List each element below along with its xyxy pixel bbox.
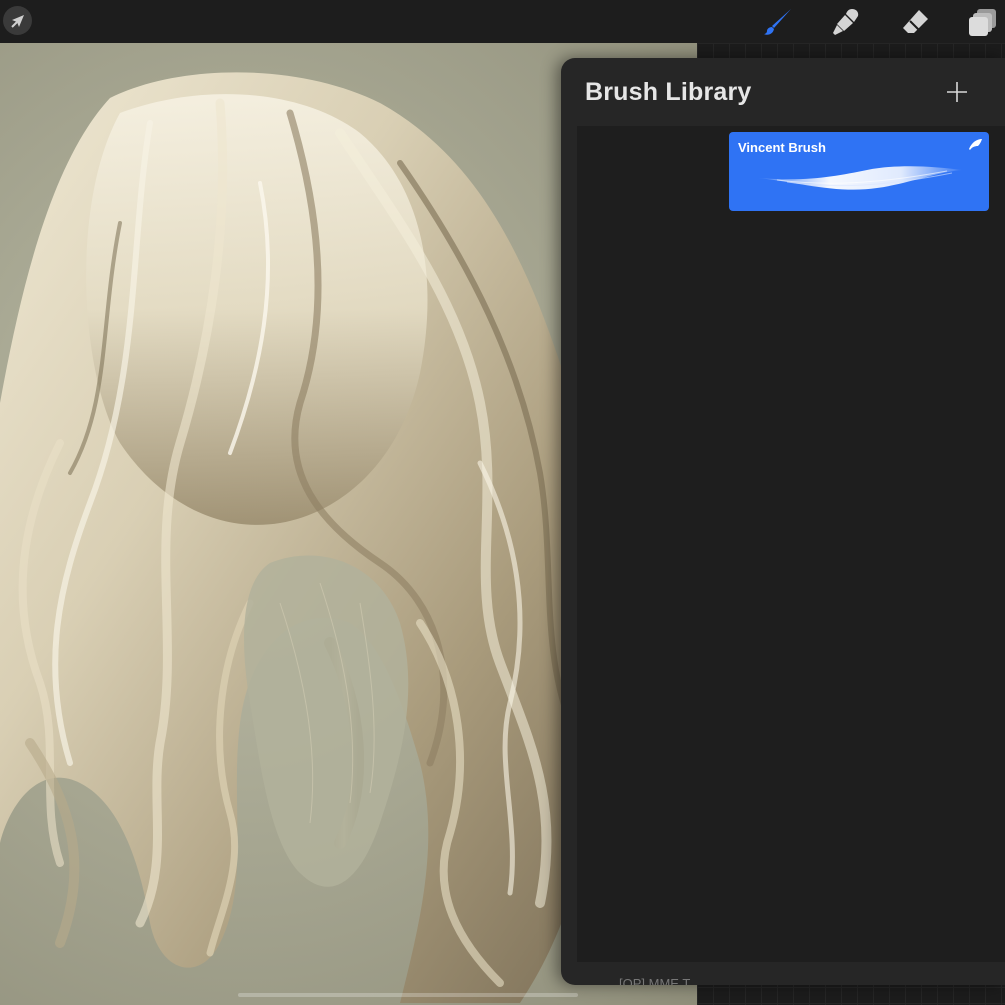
panel-footer-label: [OP] MME T bbox=[619, 976, 691, 985]
plus-icon bbox=[947, 82, 967, 102]
eraser-icon bbox=[903, 10, 928, 33]
brush-tool-button[interactable] bbox=[761, 5, 795, 39]
top-toolbar bbox=[0, 0, 1005, 43]
brush-item-vincent[interactable]: Vincent Brush bbox=[729, 132, 989, 211]
brush-name: Vincent Brush bbox=[738, 140, 826, 155]
procreate-app: Brush Library Vincent Brush [OP] MME T bbox=[0, 0, 1005, 1005]
modify-button[interactable] bbox=[3, 6, 32, 35]
brush-library-panel: Brush Library Vincent Brush [OP] MME T bbox=[561, 58, 1005, 985]
feather-icon bbox=[969, 139, 982, 150]
panel-title: Brush Library bbox=[585, 78, 752, 106]
eraser-tool-button[interactable] bbox=[898, 5, 932, 39]
smudge-tool-button[interactable] bbox=[829, 5, 863, 39]
home-indicator bbox=[238, 993, 578, 997]
layers-icon bbox=[969, 9, 996, 36]
brush-list[interactable]: Vincent Brush bbox=[577, 126, 1005, 962]
brush-stroke-preview bbox=[759, 166, 962, 190]
smudge-icon bbox=[833, 9, 859, 35]
layers-tool-button[interactable] bbox=[966, 5, 1000, 39]
brush-icon bbox=[764, 9, 791, 35]
add-brush-button[interactable] bbox=[943, 78, 971, 106]
arrow-cursor-icon bbox=[10, 14, 24, 28]
